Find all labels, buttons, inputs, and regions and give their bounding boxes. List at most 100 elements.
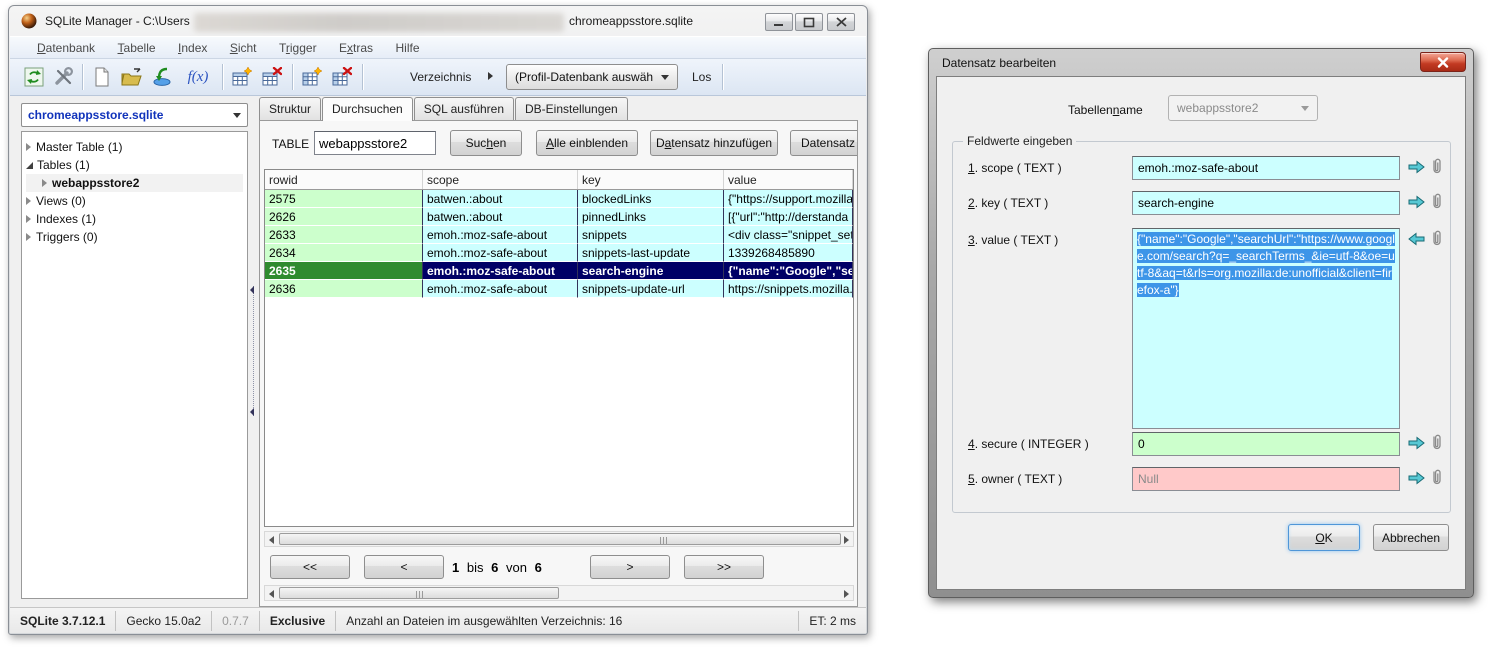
- status-message: Anzahl an Dateien im ausgewählten Verzei…: [336, 611, 799, 631]
- column-header-scope[interactable]: scope: [423, 170, 578, 189]
- field-secure-label: 4. secure ( INTEGER ): [968, 437, 1089, 451]
- status-elapsed-time: ET: 2 ms: [799, 611, 866, 631]
- column-header-value[interactable]: value: [724, 170, 853, 189]
- attachment-paperclip-icon[interactable]: [1429, 468, 1443, 487]
- expander-icon[interactable]: [42, 179, 47, 187]
- column-header-key[interactable]: key: [578, 170, 724, 189]
- attachment-paperclip-icon[interactable]: [1429, 433, 1443, 452]
- dropdown-caret-icon: [233, 113, 241, 118]
- field-owner-input[interactable]: [1132, 467, 1400, 491]
- send-to-grid-arrow-icon[interactable]: [1407, 434, 1426, 452]
- table-row[interactable]: 2575batwen.:aboutblockedLinks{"https://s…: [265, 190, 853, 208]
- menu-sicht[interactable]: Sicht: [221, 37, 266, 59]
- ok-button[interactable]: OK: [1288, 524, 1360, 551]
- table-row[interactable]: 2636emoh.:moz-safe-aboutsnippets-update-…: [265, 280, 853, 298]
- database-selector-dropdown[interactable]: chromeappsstore.sqlite: [21, 103, 248, 127]
- verzeichnis-arrow-icon: [488, 72, 493, 80]
- send-to-grid-arrow-icon[interactable]: [1407, 158, 1426, 176]
- tree-item-indexes[interactable]: Indexes (1): [26, 210, 243, 228]
- field-scope-input[interactable]: [1132, 156, 1400, 180]
- menu-hilfe[interactable]: Hilfe: [387, 37, 429, 59]
- field-owner-label: 5. owner ( TEXT ): [968, 472, 1062, 486]
- expander-icon[interactable]: [26, 162, 33, 169]
- new-database-icon[interactable]: [90, 65, 114, 89]
- menu-tabelle[interactable]: Tabelle: [109, 37, 165, 59]
- dialog-close-button[interactable]: [1420, 52, 1466, 72]
- tree-item-webappsstore2[interactable]: webappsstore2: [26, 174, 243, 192]
- receive-from-grid-arrow-icon[interactable]: [1407, 230, 1426, 248]
- search-button[interactable]: Suchen: [450, 130, 522, 156]
- window-title-filename: chromeappsstore.sqlite: [569, 14, 693, 28]
- prev-page-button[interactable]: <: [364, 555, 444, 579]
- show-all-button[interactable]: Alle einblenden: [536, 130, 638, 156]
- attachment-paperclip-icon[interactable]: [1429, 229, 1443, 248]
- table-name-input[interactable]: [314, 131, 436, 155]
- send-to-grid-arrow-icon[interactable]: [1407, 193, 1426, 211]
- next-page-button[interactable]: >: [590, 555, 670, 579]
- fx-icon[interactable]: f(x): [180, 65, 216, 89]
- duplicate-record-button[interactable]: Datensatz dupliz: [790, 130, 858, 156]
- send-to-grid-arrow-icon[interactable]: [1407, 469, 1426, 487]
- menu-extras[interactable]: Extras: [330, 37, 382, 59]
- close-button[interactable]: [827, 13, 855, 31]
- settings-tools-icon[interactable]: [52, 65, 76, 89]
- table-label: TABLE: [272, 137, 309, 151]
- cancel-button[interactable]: Abbrechen: [1373, 524, 1449, 551]
- maximize-button[interactable]: [795, 13, 823, 31]
- selected-text: {"name":"Google","searchUrl":"https://ww…: [1137, 232, 1395, 297]
- toolbar: f(x) Verzeichnis (Pr: [10, 59, 866, 96]
- field-scope-label: 1. scope ( TEXT ): [968, 161, 1062, 175]
- add-column-icon[interactable]: [300, 65, 324, 89]
- verzeichnis-label[interactable]: Verzeichnis: [410, 70, 471, 84]
- grid-header[interactable]: rowid scope key value: [265, 170, 853, 190]
- tablename-dropdown-disabled: webappsstore2: [1168, 95, 1318, 121]
- expander-icon[interactable]: [26, 215, 31, 223]
- menu-index[interactable]: Index: [169, 37, 216, 59]
- expander-icon[interactable]: [26, 233, 31, 241]
- window-title: SQLite Manager - C:\Users: [45, 14, 190, 28]
- tree-item-master-table[interactable]: Master Table (1): [26, 138, 243, 156]
- expander-icon[interactable]: [26, 197, 31, 205]
- tab-durchsuchen[interactable]: Durchsuchen: [322, 97, 413, 121]
- minimize-button[interactable]: [765, 13, 793, 31]
- import-icon[interactable]: [150, 65, 174, 89]
- drop-column-icon[interactable]: [330, 65, 354, 89]
- tree-item-views[interactable]: Views (0): [26, 192, 243, 210]
- status-sqlite-version: SQLite 3.7.12.1: [10, 611, 116, 631]
- field-secure-input[interactable]: [1132, 432, 1400, 456]
- app-icon: [21, 13, 37, 29]
- tree-item-tables[interactable]: Tables (1): [26, 156, 243, 174]
- profile-database-dropdown[interactable]: (Profil-Datenbank auswählen): [506, 64, 678, 90]
- field-value-textarea[interactable]: {"name":"Google","searchUrl":"https://ww…: [1132, 228, 1400, 429]
- menu-trigger[interactable]: Trigger: [270, 37, 326, 59]
- tab-db-einstellungen[interactable]: DB-Einstellungen: [515, 97, 628, 120]
- add-table-icon[interactable]: [230, 65, 254, 89]
- titlebar[interactable]: SQLite Manager - C:\Users chromeappsstor…: [9, 6, 867, 36]
- tree-item-triggers[interactable]: Triggers (0): [26, 228, 243, 246]
- table-row[interactable]: 2633emoh.:moz-safe-aboutsnippets<div cla…: [265, 226, 853, 244]
- redacted-path: [194, 13, 564, 32]
- dialog-body: Tabellenname webappsstore2 Feldwerte ein…: [936, 76, 1466, 590]
- tab-struktur[interactable]: Struktur: [259, 97, 321, 120]
- panel-horizontal-scrollbar[interactable]: [264, 585, 854, 601]
- column-header-rowid[interactable]: rowid: [265, 170, 423, 189]
- los-button[interactable]: Los: [692, 70, 711, 84]
- sqlite-manager-window: SQLite Manager - C:\Users chromeappsstor…: [8, 5, 868, 635]
- tab-sql-ausfuehren[interactable]: SQL ausführen: [414, 97, 514, 120]
- attachment-paperclip-icon[interactable]: [1429, 157, 1443, 176]
- last-page-button[interactable]: >>: [684, 555, 764, 579]
- grid-horizontal-scrollbar[interactable]: [264, 531, 854, 547]
- add-record-button[interactable]: Datensatz hinzufügen: [650, 130, 778, 156]
- expander-icon[interactable]: [26, 143, 31, 151]
- attachment-paperclip-icon[interactable]: [1429, 192, 1443, 211]
- first-page-button[interactable]: <<: [270, 555, 350, 579]
- table-row-selected[interactable]: 2635emoh.:moz-safe-aboutsearch-engine{"n…: [265, 262, 853, 280]
- field-key-input[interactable]: [1132, 191, 1400, 215]
- drop-table-icon[interactable]: [260, 65, 284, 89]
- open-database-icon[interactable]: [120, 65, 144, 89]
- table-row[interactable]: 2634emoh.:moz-safe-aboutsnippets-last-up…: [265, 244, 853, 262]
- refresh-icon[interactable]: [22, 65, 46, 89]
- menu-datenbank[interactable]: Datenbank: [28, 37, 104, 59]
- tab-strip: StrukturDurchsuchenSQL ausführenDB-Einst…: [259, 97, 629, 121]
- table-row[interactable]: 2626batwen.:aboutpinnedLinks[{"url":"htt…: [265, 208, 853, 226]
